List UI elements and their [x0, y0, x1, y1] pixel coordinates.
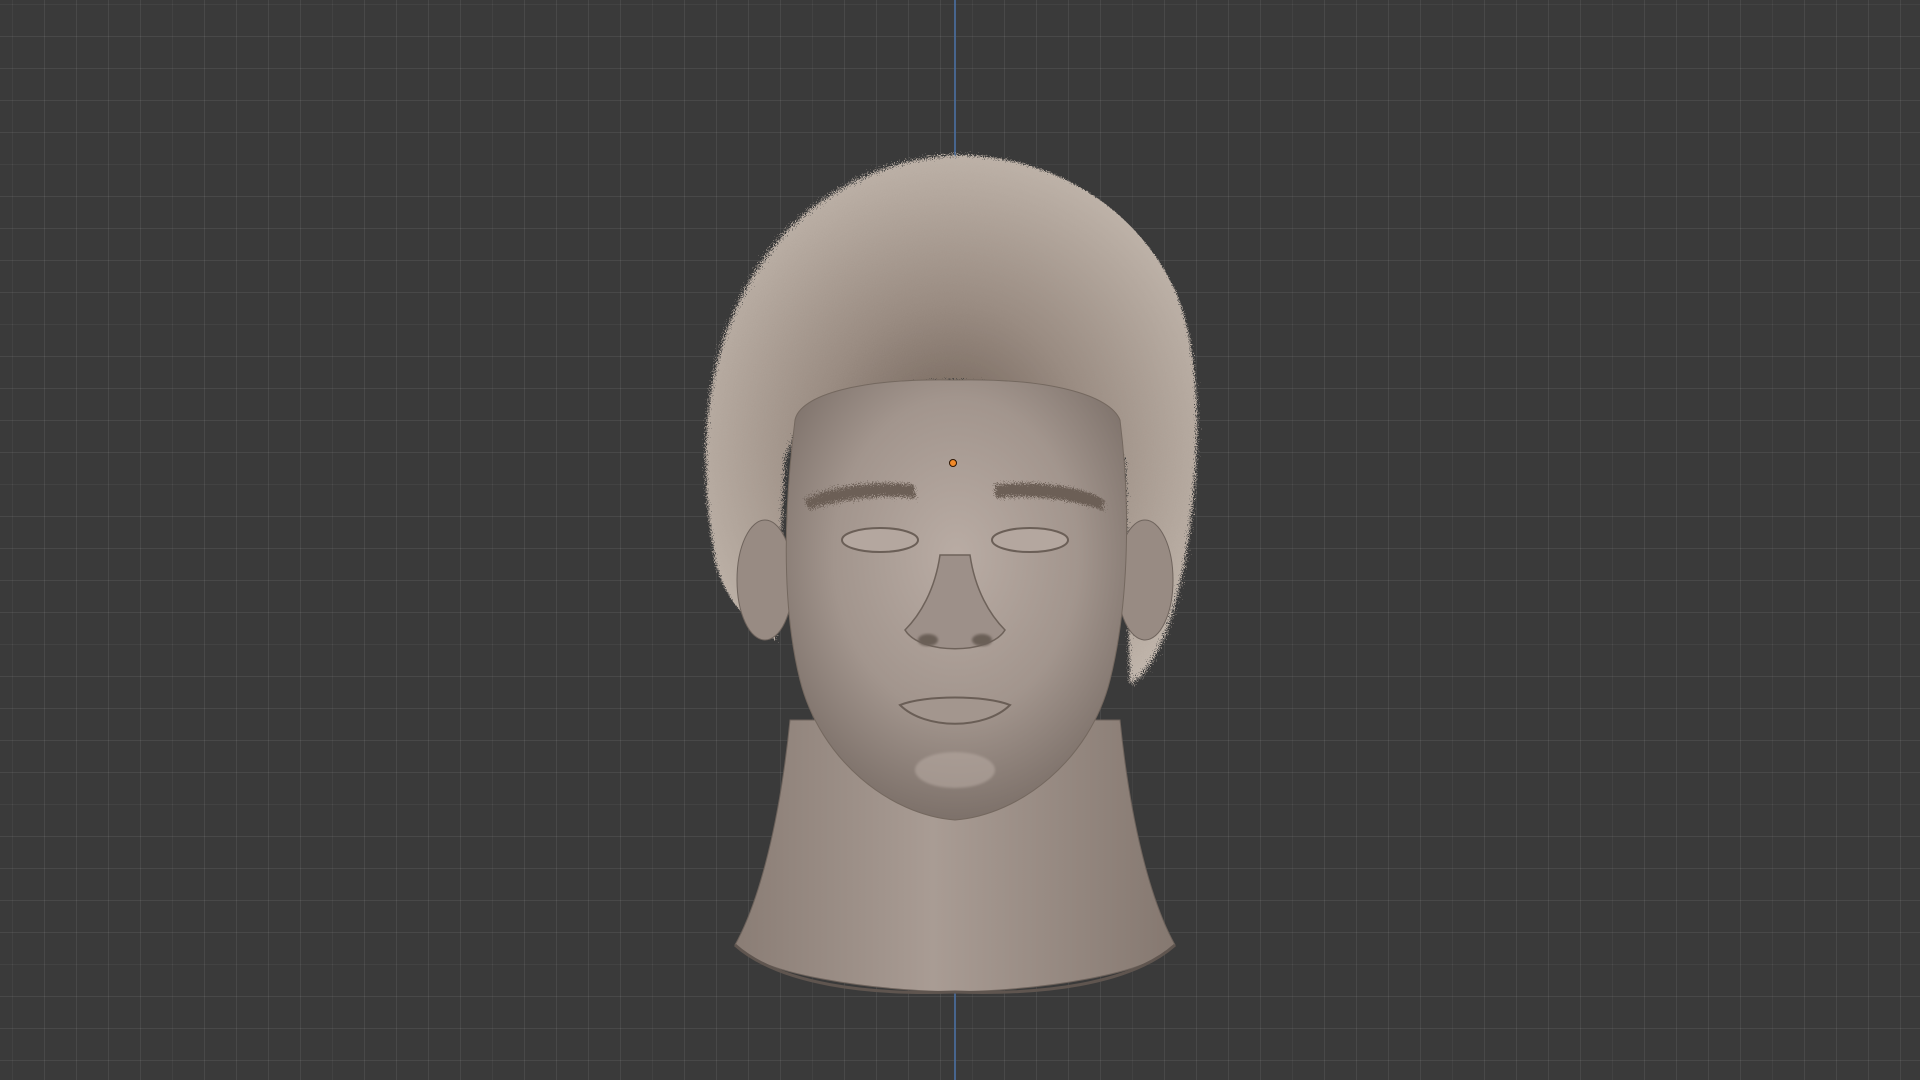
- left-eye: [841, 527, 919, 553]
- 3d-viewport[interactable]: [0, 0, 1920, 1080]
- right-eye: [991, 527, 1069, 553]
- left-ear: [736, 519, 794, 641]
- head-sculpt-icon[interactable]: [0, 0, 1920, 1080]
- object-origin-marker: [949, 459, 957, 467]
